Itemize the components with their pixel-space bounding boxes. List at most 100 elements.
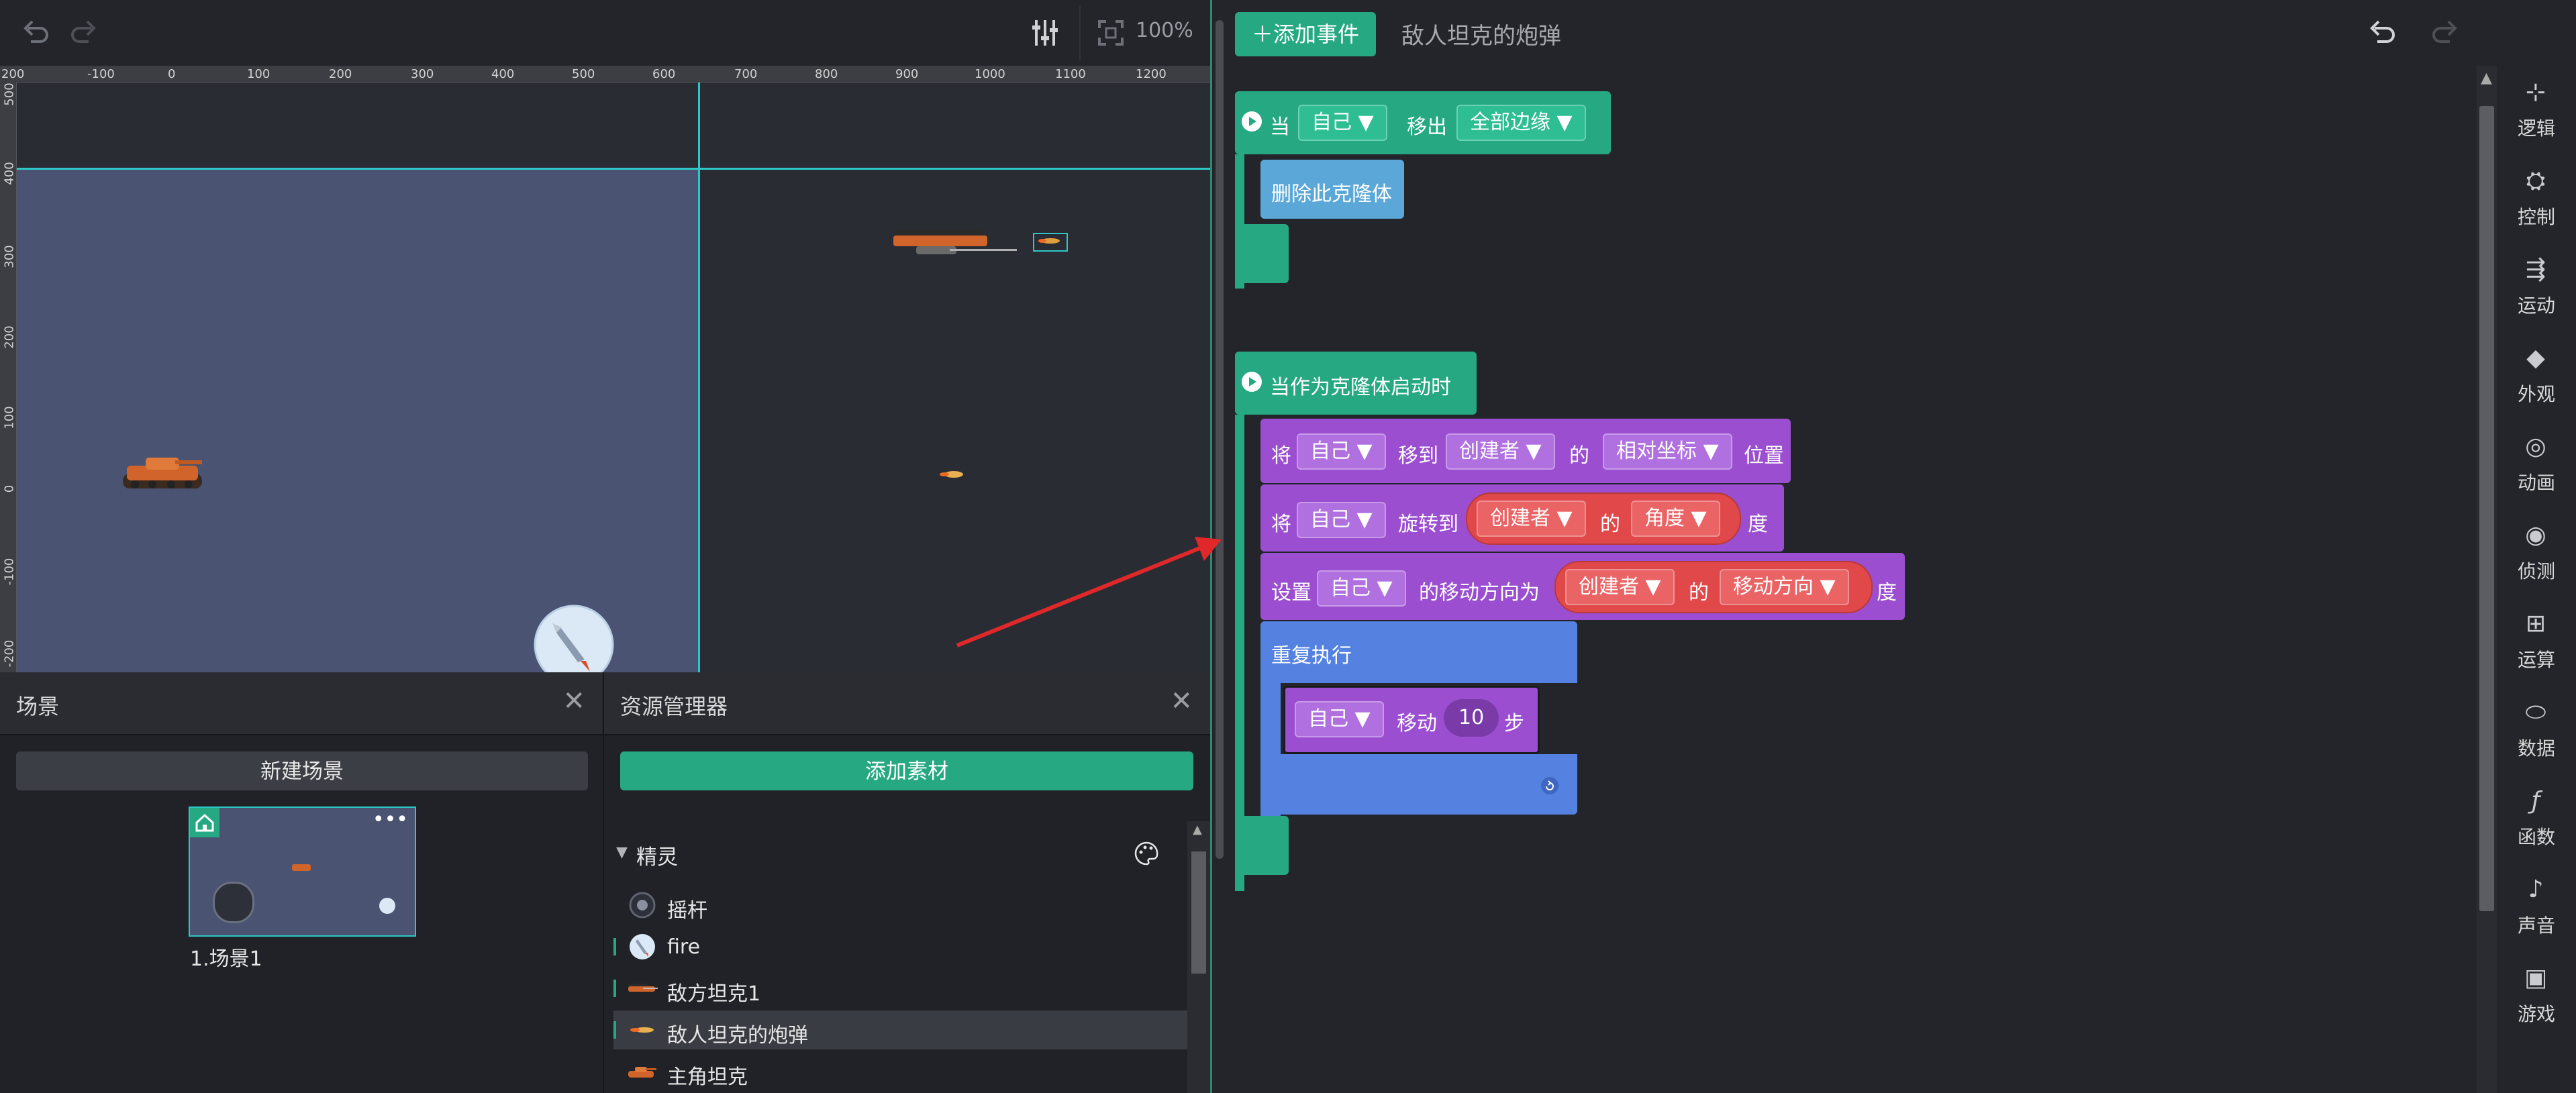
prop-dropdown[interactable]: 相对坐标 ▼ <box>1603 433 1732 470</box>
new-scene-button[interactable]: 新建场景 <box>16 751 588 790</box>
more-options-icon[interactable]: ••• <box>373 808 408 831</box>
list-item-selected[interactable]: 敌人坦克的炮弹 <box>613 1010 1191 1049</box>
redo-icon[interactable] <box>2428 16 2462 52</box>
scrollbar-thumb[interactable] <box>2479 106 2494 911</box>
dropdown-value: 全部边缘 <box>1470 111 1550 134</box>
selected-bullet-sprite[interactable] <box>1033 233 1068 252</box>
ruler-label: 100 <box>2 406 17 429</box>
steps-input[interactable]: 10 <box>1444 699 1499 737</box>
bullet-sprite[interactable] <box>936 468 966 484</box>
player-tank-sprite[interactable] <box>119 450 206 499</box>
prop-dropdown[interactable]: 角度 ▼ <box>1631 501 1720 537</box>
sprite-section-header[interactable]: ▼ 精灵 <box>613 833 1191 874</box>
ruler-label: -200 <box>2 639 17 668</box>
reporter-block[interactable]: 创建者 ▼ 的 移动方向 ▼ <box>1554 561 1873 613</box>
animation-icon: ◎ <box>2525 433 2546 460</box>
play-icon <box>1242 372 1262 392</box>
ruler-label: 500 <box>2 83 17 106</box>
category-sensing[interactable]: ◉ 侦测 <box>2497 511 2576 592</box>
category-motion[interactable]: ⇶ 运动 <box>2497 246 2576 326</box>
block-text: 将 <box>1271 444 1291 468</box>
block-text: 将 <box>1271 513 1291 536</box>
collapse-icon[interactable]: ▼ <box>616 844 628 861</box>
ref-dropdown[interactable]: 创建者 ▼ <box>1565 569 1675 605</box>
dropdown-value: 创建者 <box>1579 575 1639 598</box>
add-asset-button[interactable]: 添加素材 <box>620 751 1193 790</box>
category-label: 动画 <box>2517 472 2555 494</box>
category-logic[interactable]: ⊹ 逻辑 <box>2497 68 2576 149</box>
block-text: 度 <box>1877 581 1897 605</box>
category-data[interactable]: ⬭ 数据 <box>2497 688 2576 769</box>
home-icon <box>190 808 219 837</box>
ref-dropdown[interactable]: 创建者 ▼ <box>1446 433 1555 470</box>
edge-dropdown[interactable]: 全部边缘 ▼ <box>1456 105 1586 141</box>
stage-area[interactable] <box>17 168 698 672</box>
ruler-label: 700 <box>734 67 758 81</box>
target-dropdown[interactable]: 自己 ▼ <box>1295 701 1384 737</box>
block-text: 位置 <box>1744 444 1784 468</box>
block-text: 当 <box>1270 115 1290 139</box>
redo-icon[interactable] <box>67 16 101 50</box>
category-looks[interactable]: ◆ 外观 <box>2497 334 2576 415</box>
category-label: 函数 <box>2517 826 2555 848</box>
dropdown-value: 自己 <box>1308 707 1348 731</box>
list-item-label: 敌人坦克的炮弹 <box>667 1024 808 1047</box>
game-icon: ▣ <box>2524 964 2547 992</box>
add-event-button[interactable]: ＋添加事件 <box>1235 12 1376 56</box>
category-sound[interactable]: ♪ 声音 <box>2497 866 2576 946</box>
zoom-level: 100% <box>1136 19 1193 42</box>
scroll-up-icon[interactable]: ▲ <box>1193 823 1202 837</box>
list-item[interactable]: 敌方坦克1 <box>613 969 1191 1008</box>
palette-icon[interactable] <box>1133 840 1160 870</box>
list-item[interactable]: fire <box>613 927 1191 966</box>
dropdown-value: 创建者 <box>1490 507 1550 530</box>
event-hat-block[interactable]: 当 自己 ▼ 移出 全部边缘 ▼ <box>1235 91 1611 154</box>
category-animation[interactable]: ◎ 动画 <box>2497 423 2576 503</box>
asset-panel-header: 资源管理器 ✕ <box>604 672 1210 735</box>
scroll-up-icon[interactable]: ▲ <box>2481 70 2492 87</box>
adjust-icon[interactable] <box>1028 16 1062 50</box>
scene-thumbnail[interactable]: ••• <box>189 806 416 937</box>
category-function[interactable]: ƒ 函数 <box>2497 777 2576 857</box>
rocket-sprite[interactable] <box>532 603 615 672</box>
move-to-block[interactable]: 将 自己 ▼ 移到 创建者 ▼ 的 相对坐标 ▼ 位置 <box>1260 419 1791 483</box>
event-footer <box>1235 224 1289 283</box>
ruler-label: -100 <box>87 67 115 81</box>
code-scrollbar[interactable]: ▲ <box>2477 66 2497 1093</box>
target-dropdown[interactable]: 自己 ▼ <box>1297 433 1386 470</box>
guide-line-vertical <box>698 83 700 672</box>
repeat-block[interactable]: 重复执行 <box>1260 621 1577 683</box>
scrollbar-thumb[interactable] <box>1191 851 1206 974</box>
prop-dropdown[interactable]: 移动方向 ▼ <box>1720 569 1849 605</box>
list-item[interactable]: 摇杆 <box>613 886 1191 925</box>
close-icon[interactable]: ✕ <box>562 686 585 717</box>
undo-icon[interactable] <box>2365 16 2399 52</box>
reporter-block[interactable]: 创建者 ▼ 的 角度 ▼ <box>1466 492 1741 545</box>
rotate-to-block[interactable]: 将 自己 ▼ 旋转到 创建者 ▼ 的 角度 ▼ 度 <box>1260 484 1784 552</box>
close-icon[interactable]: ✕ <box>1170 686 1193 717</box>
tank-icon <box>292 864 311 871</box>
category-control[interactable]: ⛭ 控制 <box>2497 157 2576 238</box>
enemy-tank-sprite[interactable] <box>889 223 1024 266</box>
move-steps-block[interactable]: 自己 ▼ 移动 10 步 <box>1283 686 1540 754</box>
dropdown-value: 创建者 <box>1459 439 1520 463</box>
scrollbar-thumb[interactable] <box>1216 20 1224 859</box>
target-dropdown[interactable]: 自己 ▼ <box>1297 502 1386 538</box>
block-text: 度 <box>1748 513 1768 536</box>
fit-screen-icon[interactable] <box>1094 16 1128 50</box>
undo-icon[interactable] <box>19 16 52 50</box>
target-dropdown[interactable]: 自己 ▼ <box>1298 105 1387 141</box>
set-direction-block[interactable]: 设置 自己 ▼ 的移动方向为 创建者 ▼ 的 移动方向 ▼ 度 <box>1260 553 1905 620</box>
category-operators[interactable]: ⊞ 运算 <box>2497 600 2576 680</box>
category-label: 侦测 <box>2517 560 2555 582</box>
asset-scrollbar[interactable]: ▲ <box>1187 821 1210 1093</box>
clone-start-hat-block[interactable]: 当作为克隆体启动时 <box>1235 352 1477 415</box>
list-item[interactable]: 主角坦克 <box>613 1052 1191 1091</box>
scene-name[interactable]: 1.场景1 <box>190 942 262 972</box>
delete-clone-block[interactable]: 删除此克隆体 <box>1260 160 1404 219</box>
target-dropdown[interactable]: 自己 ▼ <box>1317 570 1406 607</box>
dropdown-value: 角度 <box>1644 507 1685 530</box>
ref-dropdown[interactable]: 创建者 ▼ <box>1477 501 1586 537</box>
category-game[interactable]: ▣ 游戏 <box>2497 954 2576 1035</box>
code-workspace[interactable]: 当 自己 ▼ 移出 全部边缘 ▼ 删除此克隆体 当作为克隆体启动时 将 自己 ▼… <box>1227 66 2477 1093</box>
